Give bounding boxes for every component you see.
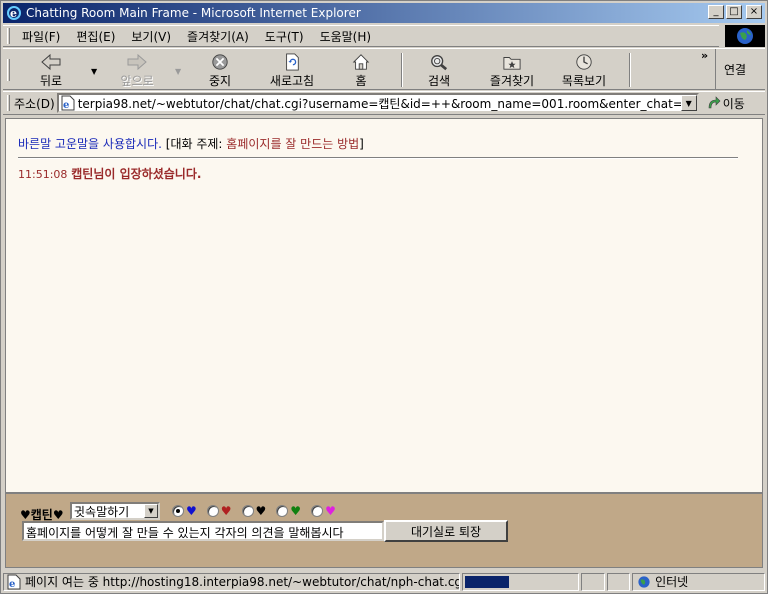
favorites-button[interactable]: 즐겨찾기 [483, 51, 541, 89]
globe-icon [737, 28, 753, 44]
heart-radio-red[interactable] [206, 505, 219, 517]
browser-window: e Chatting Room Main Frame - Microsoft I… [0, 0, 768, 594]
toolbar-separator [401, 53, 403, 87]
notice-text: 바른말 고운말을 사용합시다. [18, 137, 162, 151]
status-cell [581, 572, 605, 591]
toolbar-grip[interactable] [7, 59, 10, 81]
heart-radio-black[interactable] [241, 505, 254, 517]
address-label: 주소(D) [14, 96, 55, 111]
heart-icon: ♥ [220, 504, 232, 518]
search-button[interactable]: 검색 [419, 51, 459, 89]
heart-icon: ♥ [325, 504, 336, 518]
forward-dropdown-icon[interactable]: ▼ [175, 67, 181, 76]
standard-toolbar: 뒤로 ▼ 앞으로 ▼ 중지 새로고침 홈 검색 즐겨찾기 목록보기 연결 » [3, 48, 765, 90]
chat-message-input[interactable]: 홈페이지를 어떻게 잘 만들 수 있는지 각자의 의견을 말해봅시다 [22, 521, 384, 541]
home-icon [352, 54, 370, 70]
go-button[interactable]: 이동 [707, 95, 745, 112]
menu-tools[interactable]: 도구(T) [257, 28, 312, 45]
back-dropdown-icon[interactable]: ▼ [91, 67, 97, 76]
history-button[interactable]: 목록보기 [555, 51, 613, 89]
heart-icon: ♥ [255, 504, 267, 518]
refresh-icon [286, 53, 299, 71]
progress-bar [461, 572, 580, 591]
status-cell [606, 572, 631, 591]
stop-icon [212, 54, 228, 70]
status-text: 페이지 여는 중 http://hosting18.interpia98.net… [25, 575, 460, 589]
topic-suffix: ] [359, 137, 364, 151]
svg-text:e: e [63, 100, 69, 111]
chevron-down-icon[interactable]: ▼ [144, 504, 158, 518]
maximize-button[interactable]: □ [726, 5, 742, 19]
loading-page-icon: e [7, 574, 21, 590]
page-icon: e [61, 95, 75, 111]
forward-button[interactable]: 앞으로 [111, 51, 163, 89]
back-arrow-icon [41, 53, 61, 71]
menu-grip[interactable] [7, 28, 10, 44]
address-dropdown-icon[interactable]: ▼ [680, 95, 697, 111]
heart-radio-pink[interactable] [311, 505, 324, 517]
title-bar[interactable]: e Chatting Room Main Frame - Microsoft I… [3, 3, 765, 23]
exit-to-lobby-button[interactable]: 대기실로 퇴장 [384, 520, 508, 542]
zone-label: 인터넷 [655, 575, 689, 589]
security-zone: 인터넷 [632, 572, 765, 591]
stop-button[interactable]: 중지 [197, 51, 243, 89]
address-url: terpia98.net/~webtutor/chat/chat.cgi?use… [77, 96, 681, 111]
svg-text:e: e [9, 579, 15, 590]
back-button[interactable]: 뒤로 [27, 51, 75, 89]
ie-logo-icon: e [7, 6, 21, 20]
menu-help[interactable]: 도움말(H) [312, 28, 380, 45]
message-time: 11:51:08 [18, 168, 68, 181]
menu-view[interactable]: 보기(V) [123, 28, 179, 45]
heart-radio-blue[interactable] [172, 505, 184, 517]
topic-prefix: [대화 주제: [165, 137, 227, 151]
heart-icon: ♥ [186, 504, 197, 518]
menu-edit[interactable]: 편집(E) [68, 28, 123, 45]
svg-text:e: e [10, 7, 17, 20]
favorites-folder-icon [503, 57, 521, 70]
address-bar: 주소(D) e terpia98.net/~webtutor/chat/chat… [3, 91, 765, 115]
chat-message-frame[interactable]: 바른말 고운말을 사용합시다. [대화 주제: 홈페이지를 잘 만드는 방법] … [5, 118, 763, 493]
search-icon [431, 55, 448, 71]
minimize-button[interactable]: _ [708, 5, 724, 19]
message-text: 캡틴님이 입장하셨습니다. [71, 167, 202, 181]
internet-zone-globe-icon [638, 575, 650, 588]
menu-bar: 파일(F) 편집(E) 보기(V) 즐겨찾기(A) 도구(T) 도움말(H) [3, 25, 719, 47]
chat-mode-select[interactable]: 귓속말하기 ▼ [70, 502, 160, 520]
close-button[interactable]: × [746, 5, 762, 19]
chat-input-frame: ♥캡틴♥ 귓속말하기 ▼ ♥ ♥ ♥ ♥ ♥ 홈페이지를 어떻게 잘 만들 수 … [5, 493, 763, 568]
chat-message: 11:51:08 캡틴님이 입장하셨습니다. [18, 165, 201, 182]
progress-fill [464, 575, 510, 588]
throbber [725, 25, 765, 47]
window-title: Chatting Room Main Frame - Microsoft Int… [26, 6, 361, 20]
refresh-button[interactable]: 새로고침 [263, 51, 321, 89]
toolbar-separator [629, 53, 631, 87]
heart-color-radio-group: ♥ ♥ ♥ ♥ ♥ [172, 504, 346, 518]
divider [18, 157, 738, 159]
topic-text: 홈페이지를 잘 만드는 방법 [226, 137, 360, 151]
links-toolbar: 연결 [715, 49, 765, 89]
links-button[interactable]: 연결 [724, 61, 746, 78]
heart-radio-green[interactable] [276, 505, 289, 517]
window-controls: _ □ × [708, 5, 762, 19]
chat-notice: 바른말 고운말을 사용합시다. [대화 주제: 홈페이지를 잘 만드는 방법] [18, 135, 364, 152]
heart-icon: ♥ [290, 504, 302, 518]
status-text-cell: e 페이지 여는 중 http://hosting18.interpia98.n… [3, 572, 460, 591]
toolbar-chevron-icon[interactable]: » [701, 49, 708, 62]
home-button[interactable]: 홈 [343, 51, 379, 89]
go-arrow-icon [708, 96, 721, 109]
menu-file[interactable]: 파일(F) [14, 28, 68, 45]
address-input[interactable]: e terpia98.net/~webtutor/chat/chat.cgi?u… [56, 93, 699, 113]
address-grip[interactable] [7, 95, 10, 111]
history-icon [576, 54, 592, 70]
forward-arrow-icon [127, 53, 147, 71]
menu-favorites[interactable]: 즐겨찾기(A) [179, 28, 257, 45]
status-bar: e 페이지 여는 중 http://hosting18.interpia98.n… [3, 571, 765, 592]
